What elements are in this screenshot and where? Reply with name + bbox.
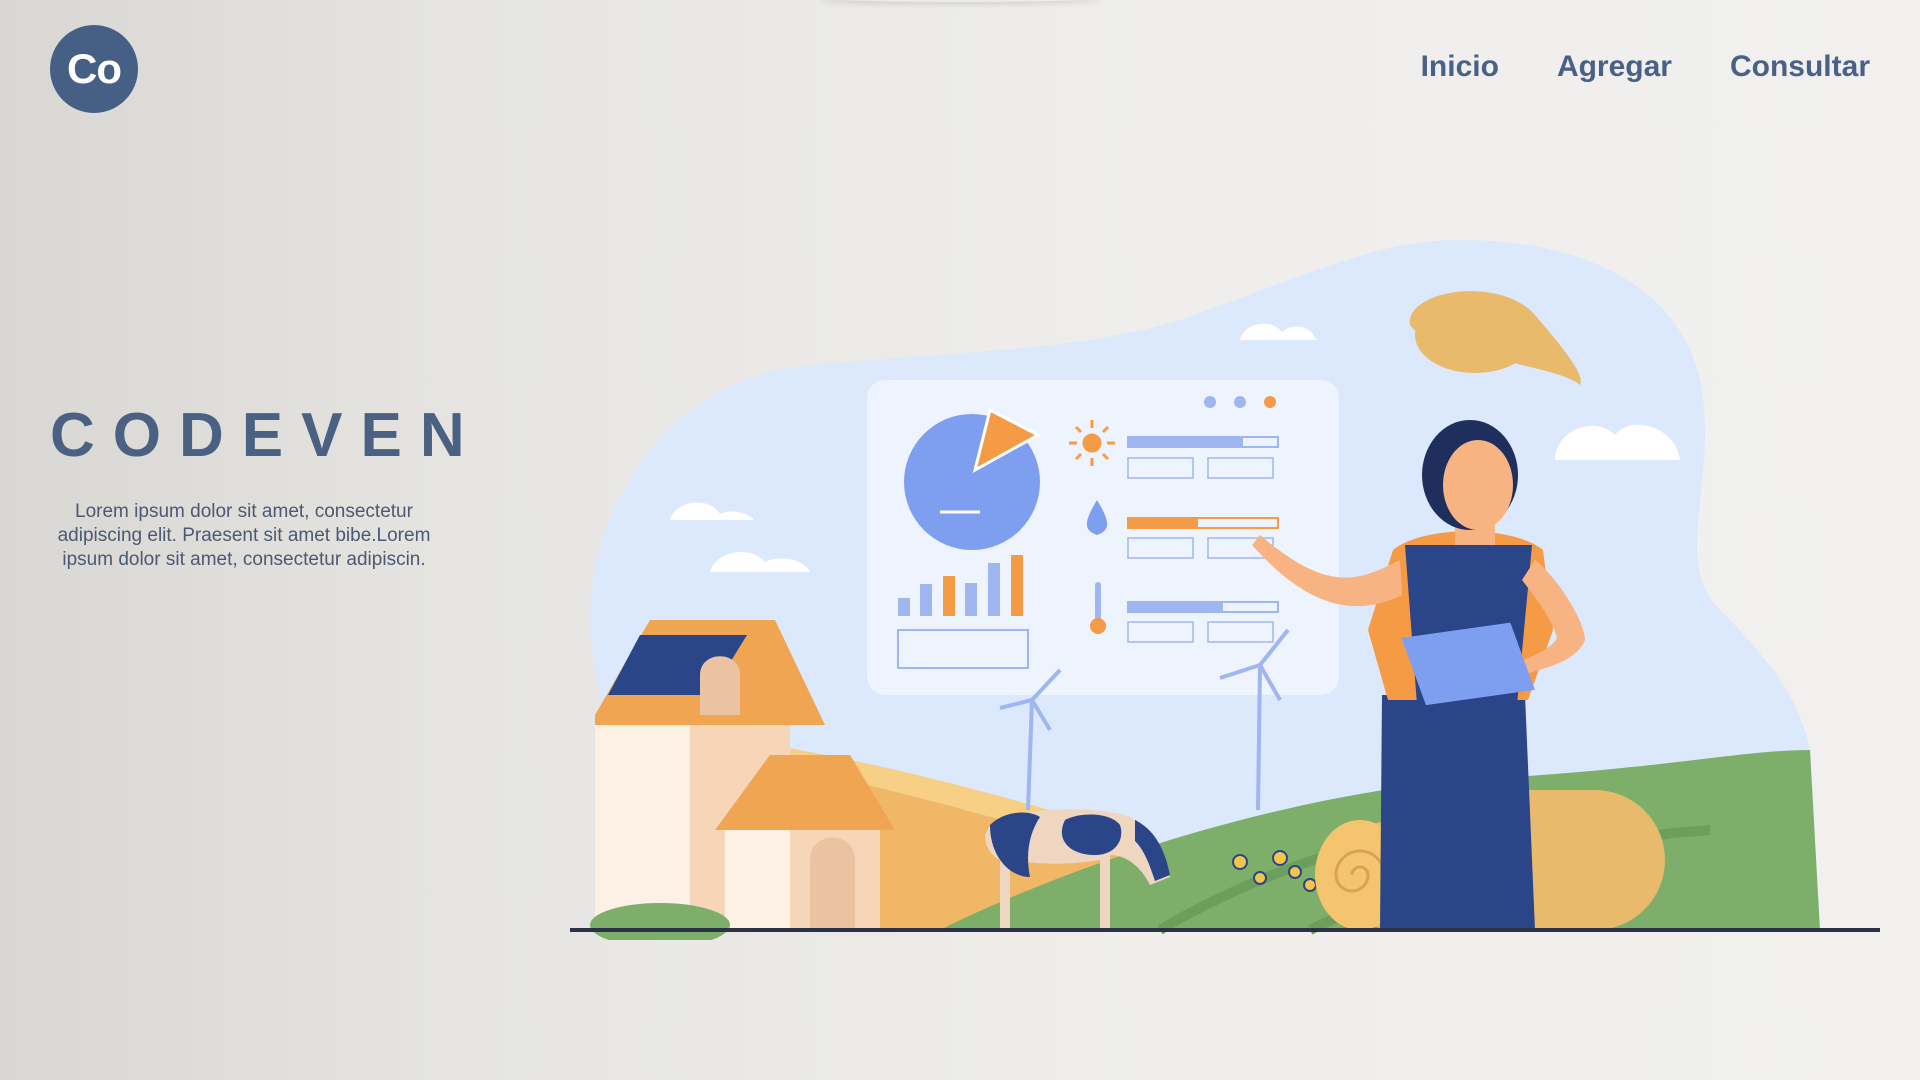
logo[interactable]: Co: [50, 25, 138, 113]
nav-inicio[interactable]: Inicio: [1421, 50, 1499, 84]
nav-agregar[interactable]: Agregar: [1557, 50, 1672, 84]
main-nav: Inicio Agregar Consultar: [1421, 50, 1870, 84]
nav-consultar[interactable]: Consultar: [1730, 50, 1870, 84]
hero-description: Lorem ipsum dolor sit amet, consectetur …: [57, 501, 431, 570]
farmer-dashboard-illustration: [570, 240, 1880, 940]
brand-title: CODEVEN: [50, 401, 483, 470]
top-shadow: [820, 0, 1100, 2]
logo-text: Co: [67, 45, 122, 92]
